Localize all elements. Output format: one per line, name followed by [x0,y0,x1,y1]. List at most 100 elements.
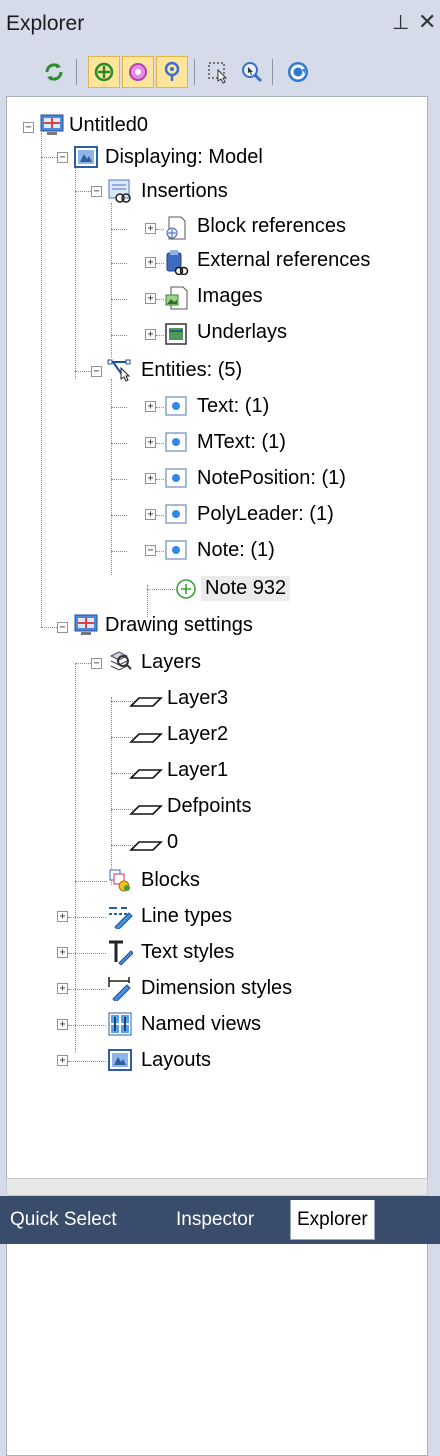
tree-node-text[interactable]: Text: (1) [197,395,269,418]
tab-explorer[interactable]: Explorer [290,1200,375,1240]
tree-connector [68,989,106,990]
horizontal-scrollbar[interactable] [6,1178,428,1196]
show-settings-icon [164,61,180,81]
tree-connector [111,335,127,336]
refresh-button[interactable] [38,56,70,88]
show-settings-button[interactable] [156,56,188,88]
layer-icon [129,841,163,851]
tree-node-images[interactable]: Images [197,285,263,308]
tree-node-mtext[interactable]: MText: (1) [197,431,286,454]
expand-toggle[interactable]: + [145,437,156,448]
tree-connector [111,697,112,885]
tree-node-layer2[interactable]: Layer2 [167,723,228,746]
collapse-toggle[interactable]: − [57,152,68,163]
expand-toggle[interactable]: + [145,293,156,304]
tree-connector [111,379,112,575]
tree-node-text-styles[interactable]: Text styles [141,941,234,964]
tree-connector [75,881,107,882]
tree-node-displaying[interactable]: Displaying: Model [105,146,263,169]
expand-toggle[interactable]: + [145,257,156,268]
show-insertions-button[interactable] [88,56,120,88]
pin-icon[interactable]: ⊥ [392,10,409,35]
show-entities-button[interactable] [122,56,154,88]
layer-icon [129,697,163,707]
collapse-toggle[interactable]: − [57,622,68,633]
close-icon[interactable]: ✕ [418,9,436,35]
expand-toggle[interactable]: + [57,983,68,994]
tab-inspector[interactable]: Inspector [176,1209,254,1231]
select-entities-button[interactable] [202,56,234,88]
named-views-icon [108,1012,132,1036]
tree-node-layer3[interactable]: Layer3 [167,687,228,710]
select-entities-icon [208,62,228,84]
tree-node-blocks[interactable]: Blocks [141,869,200,892]
expand-toggle[interactable]: + [145,509,156,520]
blocks-icon [109,869,130,892]
layer-icon [129,733,163,743]
panel-tab-bar: Quick Select Inspector Explorer [0,1196,440,1244]
tree-node-defpoints[interactable]: Defpoints [167,795,252,818]
tree-connector [68,953,106,954]
tree-node-line-types[interactable]: Line types [141,905,232,928]
zoom-to-button[interactable] [236,56,268,88]
expand-toggle[interactable]: + [145,223,156,234]
tree-connector [68,1025,106,1026]
collapse-toggle[interactable]: − [145,545,156,556]
entity-type-icon [165,396,187,416]
tree-connector [111,229,127,230]
tree-connector [41,627,57,628]
expand-toggle[interactable]: + [145,473,156,484]
images-icon [165,286,188,310]
help-button[interactable] [282,56,314,88]
entity-item-icon [176,579,196,599]
expand-toggle[interactable]: + [145,329,156,340]
explorer-toolbar [0,50,440,96]
tree-connector [111,203,112,357]
tree-node-polyleader[interactable]: PolyLeader: (1) [197,503,334,526]
refresh-icon [45,63,63,81]
entity-type-icon [165,504,187,524]
tree-connector [111,443,127,444]
tree-node-external-references[interactable]: External references [197,249,370,272]
entity-type-icon [165,432,187,452]
collapse-toggle[interactable]: − [23,122,34,133]
tree-connector [111,479,127,480]
tree-node-block-references[interactable]: Block references [197,215,346,238]
entity-type-icon [165,468,187,488]
tab-quick-select[interactable]: Quick Select [10,1209,117,1231]
tree-node-note[interactable]: Note: (1) [197,539,275,562]
collapse-toggle[interactable]: − [91,658,102,669]
tree-node-entities[interactable]: Entities: (5) [141,359,242,382]
layouts-icon [108,1049,132,1071]
expand-toggle[interactable]: + [57,1019,68,1030]
layer-icon [129,769,163,779]
tree-connector [75,167,76,379]
expand-toggle[interactable]: + [57,1055,68,1066]
zoom-to-icon [242,62,263,83]
panel-title: Explorer [6,12,85,35]
tree-node-noteposition[interactable]: NotePosition: (1) [197,467,346,490]
insertions-icon [108,179,131,203]
collapse-toggle[interactable]: − [91,186,102,197]
tree-node-layers[interactable]: Layers [141,651,201,674]
tree-node-drawing-settings[interactable]: Drawing settings [105,614,253,637]
tree-node-layer-0[interactable]: 0 [167,831,178,854]
expand-toggle[interactable]: + [57,911,68,922]
collapse-toggle[interactable]: − [91,366,102,377]
tree-node-note-item[interactable]: Note 932 [201,576,291,601]
tree-connector [75,663,91,664]
tree-node-dimension-styles[interactable]: Dimension styles [141,977,292,1000]
tree-connector [111,263,127,264]
tree-node-named-views[interactable]: Named views [141,1013,261,1036]
tree-node-layer1[interactable]: Layer1 [167,759,228,782]
expand-toggle[interactable]: + [57,947,68,958]
tree-node-insertions[interactable]: Insertions [141,180,228,203]
tree-node-root[interactable]: Untitled0 [69,114,148,137]
tree-node-underlays[interactable]: Underlays [197,321,287,344]
tree-node-layouts[interactable]: Layouts [141,1049,211,1072]
external-references-icon [166,250,189,275]
expand-toggle[interactable]: + [145,401,156,412]
tree-connector [68,917,106,918]
block-references-icon [166,216,186,240]
tree-connector [75,191,91,192]
